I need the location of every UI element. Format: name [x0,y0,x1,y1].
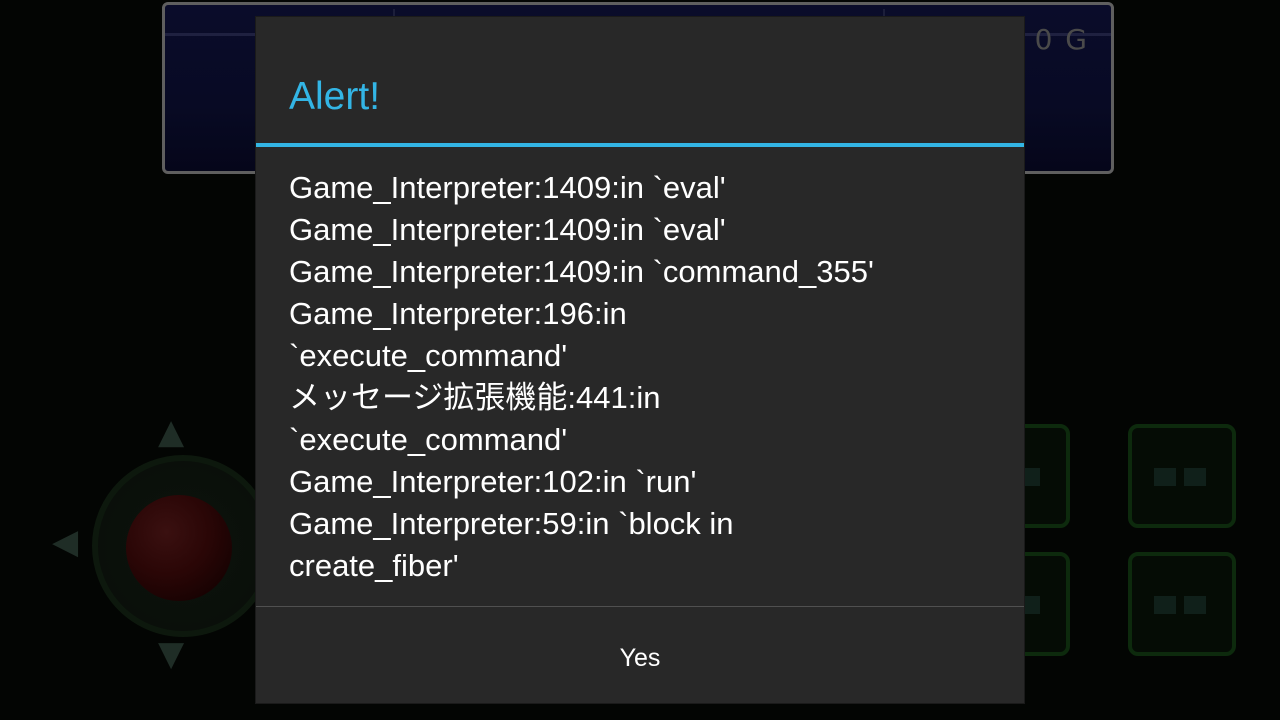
message-line: `execute_command' [289,422,568,457]
message-line: Game_Interpreter:1409:in `command_355' [289,254,874,289]
message-line: メッセージ拡張機能:441:in [289,380,661,415]
button-glyph-icon [1154,468,1210,486]
joystick-ball[interactable] [126,495,232,601]
arrow-down-icon[interactable]: ▼ [158,637,184,671]
message-line: Game_Interpreter:59:in `block in [289,506,734,541]
game-screen: 0 G ▲ ▼ ◀ Alert! Game_Interpreter:1409:i… [0,0,1280,720]
gold-amount: 0 G [1034,23,1089,56]
message-line: Game_Interpreter:1409:in `eval' [289,170,726,205]
action-button-d[interactable] [1128,552,1236,656]
arrow-left-icon[interactable]: ◀ [52,525,78,559]
message-line: `execute_command' [289,338,568,373]
title-divider [256,143,1024,147]
arrow-up-icon[interactable]: ▲ [158,415,184,449]
action-button-b[interactable] [1128,424,1236,528]
button-glyph-icon [1154,596,1210,614]
alert-dialog: Alert! Game_Interpreter:1409:in `eval' G… [256,17,1024,703]
message-line: Game_Interpreter:1409:in `eval' [289,212,726,247]
message-line: Game_Interpreter:102:in `run' [289,464,697,499]
dialog-title: Alert! [289,75,381,118]
message-line: create_fiber' [289,548,459,583]
error-message: Game_Interpreter:1409:in `eval' Game_Int… [289,167,989,587]
yes-button[interactable]: Yes [256,607,1024,703]
message-line: Game_Interpreter:196:in [289,296,627,331]
